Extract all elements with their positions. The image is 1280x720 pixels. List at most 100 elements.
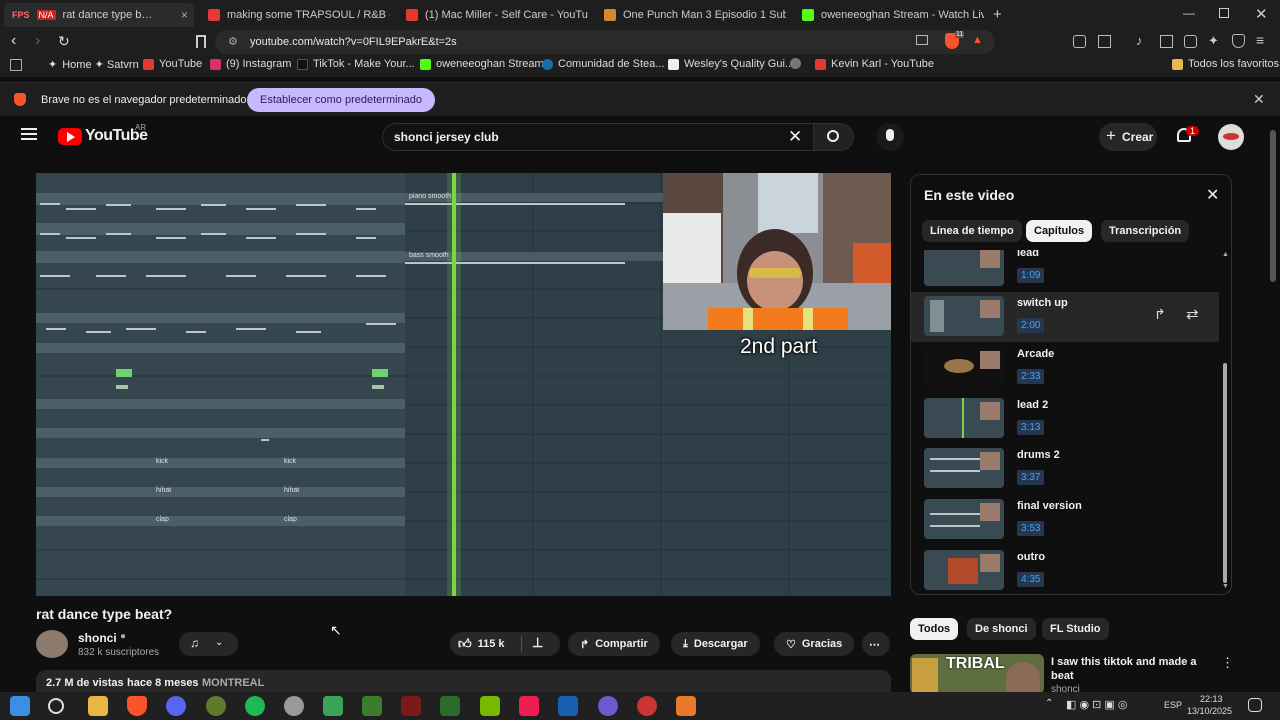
channel-avatar[interactable] (36, 630, 68, 658)
tab-transcript[interactable]: Transcripción (1101, 220, 1190, 242)
search-button[interactable] (814, 123, 854, 151)
voice-search-button[interactable] (876, 123, 904, 151)
search-input[interactable]: shonci jersey club ✕ (382, 123, 814, 151)
back-icon[interactable]: ‹ (11, 32, 16, 50)
language-indicator[interactable]: ESP (1164, 700, 1182, 710)
new-tab-icon[interactable]: + (993, 6, 1002, 23)
music-icon[interactable]: ♪ (1136, 33, 1143, 48)
tiktok-icon[interactable] (519, 696, 539, 716)
tab-timeline[interactable]: Línea de tiempo (922, 220, 1022, 242)
forward-icon[interactable]: › (35, 32, 40, 50)
screen-cast-icon[interactable] (916, 35, 928, 45)
app-icon[interactable] (440, 696, 460, 716)
all-bookmarks[interactable]: Todos los favoritos (1172, 58, 1279, 70)
avatar[interactable] (1218, 124, 1244, 150)
bookmark-kick[interactable]: oweneeoghan Stream (420, 58, 544, 70)
video-player[interactable]: piano smooth bass smooth kick kick hihat… (36, 173, 891, 596)
filter-fl-studio[interactable]: FL Studio (1042, 618, 1109, 640)
related-title[interactable]: I saw this tiktok and made a beat (1051, 655, 1201, 683)
scroll-up-icon[interactable]: ▲ (1222, 251, 1229, 258)
chapter-timestamp[interactable]: 3:37 (1017, 470, 1045, 485)
app-icon[interactable] (676, 696, 696, 716)
close-notice-icon[interactable]: ✕ (1253, 91, 1265, 108)
download-button[interactable]: ⤓ Descargar (671, 632, 760, 656)
related-thumbnail[interactable]: TRIBAL (910, 654, 1044, 694)
youtube-logo-icon[interactable] (58, 128, 82, 145)
chapter-item[interactable]: Arcade 2:33 (911, 343, 1219, 393)
screenshot-icon[interactable] (1098, 35, 1111, 48)
like-button[interactable]: 👍︎ 115 k ⊥ (450, 632, 560, 656)
chapter-timestamp[interactable]: 3:53 (1017, 521, 1045, 536)
chapter-timestamp[interactable]: 4:35 (1017, 572, 1045, 587)
subscription-bell-button[interactable]: ♫ ⌄ (179, 632, 238, 656)
app-icon[interactable] (401, 696, 421, 716)
brave-icon[interactable] (127, 696, 147, 716)
chapter-item[interactable]: final version 3:53 (911, 495, 1219, 545)
scroll-down-icon[interactable]: ▼ (1222, 583, 1229, 590)
minecraft-icon[interactable] (362, 696, 382, 716)
bookmark-steam[interactable]: Comunidad de Stea... (542, 58, 664, 70)
minimize-icon[interactable]: — (1183, 6, 1195, 20)
extensions-icon[interactable] (1073, 35, 1086, 48)
bookmark-youtube[interactable]: YouTube (143, 58, 202, 70)
tab-mac-miller[interactable]: (1) Mac Miller - Self Care - YouTube (398, 3, 588, 27)
app-icon[interactable] (598, 696, 618, 716)
app-icon[interactable] (284, 696, 304, 716)
spotify-icon[interactable] (245, 696, 265, 716)
discord-icon[interactable] (166, 696, 186, 716)
chapter-item[interactable]: outro 4:35 (911, 546, 1219, 594)
app-icon[interactable] (323, 696, 343, 716)
chapter-item[interactable]: switch up 2:00 ↱ ⇄ (911, 292, 1219, 342)
hamburger-menu-icon[interactable] (21, 128, 37, 140)
thanks-button[interactable]: ♡ Gracias (774, 632, 855, 656)
tray-icons[interactable]: ◧ ◉ ⊡ ▣ ◎ (1066, 698, 1127, 711)
site-info-icon[interactable]: ⚙ (228, 35, 238, 48)
share-button[interactable]: ↱ Compartir (568, 632, 660, 656)
tab-kick-stream[interactable]: oweneeoghan Stream - Watch Live o (794, 3, 984, 27)
thumbs-down-icon[interactable]: ⊥ (532, 635, 543, 651)
loop-icon[interactable]: ⇄ (1186, 305, 1199, 323)
share-icon[interactable]: ↱ (1154, 306, 1166, 323)
clock-date[interactable]: 13/10/2025 (1187, 706, 1232, 716)
clear-search-icon[interactable]: ✕ (788, 127, 802, 147)
menu-icon[interactable]: ≡ (1256, 32, 1264, 48)
leo-ai-icon[interactable]: ✦ (1208, 33, 1219, 49)
nvidia-icon[interactable] (480, 696, 500, 716)
start-icon[interactable] (10, 696, 30, 716)
fl-studio-icon[interactable] (206, 696, 226, 716)
app-icon[interactable] (637, 696, 657, 716)
search-icon[interactable] (48, 698, 64, 714)
bookmark-kevin-karl[interactable]: Kevin Karl - YouTube (815, 58, 934, 70)
brave-rewards-icon[interactable]: ▲ (972, 34, 983, 46)
set-default-button[interactable]: Establecer como predeterminado (247, 88, 436, 112)
chapter-timestamp[interactable]: 3:13 (1017, 420, 1045, 435)
close-panel-icon[interactable]: ✕ (1206, 185, 1219, 205)
notification-center-icon[interactable] (1248, 698, 1262, 712)
more-actions-button[interactable]: ⋯ (862, 632, 890, 656)
filter-from-channel[interactable]: De shonci (967, 618, 1036, 640)
wallet-icon[interactable] (1184, 35, 1197, 48)
close-tab-icon[interactable]: × (181, 8, 188, 22)
tab-active[interactable]: FPS N/A rat dance type beat? - YouTube × (4, 3, 194, 27)
panel-scrollbar[interactable] (1223, 363, 1227, 583)
tab-chapters[interactable]: Capítulos (1026, 220, 1093, 242)
url-field[interactable]: ⚙ youtube.com/watch?v=0FIL9EPakrE&t=2s 1… (215, 30, 995, 54)
chapter-item[interactable]: lead 2 3:13 (911, 394, 1219, 444)
vpn-icon[interactable] (1232, 34, 1245, 48)
create-button[interactable]: + Crear (1099, 123, 1157, 151)
tab-one-punch[interactable]: One Punch Man 3 Episodio 1 Sub Esp (596, 3, 786, 27)
bookmark-icon[interactable] (196, 35, 206, 48)
chapter-item[interactable]: lead 1:09 (911, 250, 1219, 292)
bookmark-wesley[interactable]: Wesley's Quality Gui... (668, 58, 794, 70)
sidebar-icon[interactable] (1160, 35, 1173, 48)
filter-all[interactable]: Todos (910, 618, 959, 640)
chapter-item[interactable]: drums 2 3:37 (911, 444, 1219, 494)
tab-trapsoul[interactable]: making some TRAPSOUL / R&B - You (200, 3, 390, 27)
app-icon[interactable] (558, 696, 578, 716)
location-tag[interactable]: MONTREAL (202, 677, 264, 689)
channel-name[interactable]: shonci (78, 631, 117, 645)
more-vert-icon[interactable]: ⋮ (1221, 655, 1234, 671)
clock-time[interactable]: 22:13 (1200, 694, 1223, 704)
apps-grid-icon[interactable] (10, 59, 22, 71)
bookmark-satvrn[interactable]: ✦ Home ✦ Satvrn (48, 58, 139, 71)
